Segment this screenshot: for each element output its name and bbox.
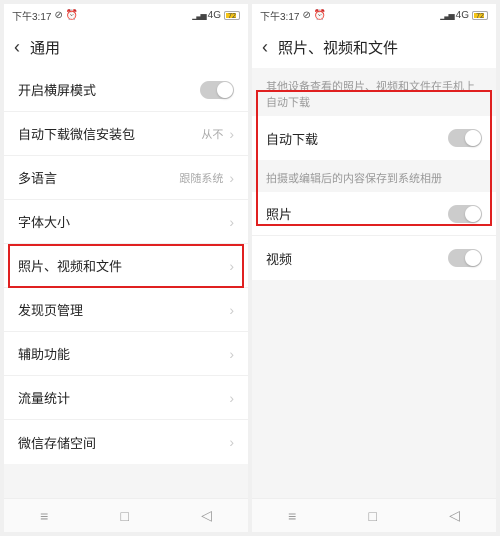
chevron-right-icon: › — [229, 346, 234, 362]
phone-left: 下午3:17 ⊘ ⏰ 4G 72 ‹ 通用 开启横屏模式 自动下载微信安装包 — [4, 4, 248, 532]
row-photos-videos-files[interactable]: 照片、视频和文件 › — [4, 244, 248, 288]
battery-icon: 72 — [472, 11, 488, 20]
row-accessibility[interactable]: 辅助功能 › — [4, 332, 248, 376]
section-description: 其他设备查看的照片、视频和文件在手机上自动下载 — [252, 68, 496, 116]
page-title: 照片、视频和文件 — [278, 37, 398, 58]
network-type: 4G — [456, 10, 469, 21]
nav-back-icon[interactable]: ◁ — [201, 507, 212, 524]
settings-list: 开启横屏模式 自动下载微信安装包 从不› 多语言 跟随系统› 字体大小 › 照片… — [4, 68, 248, 464]
statusbar: 下午3:17 ⊘ ⏰ 4G 72 — [4, 4, 248, 26]
signal-icon — [192, 10, 204, 21]
do-not-disturb-icon: ⊘ — [302, 10, 310, 21]
alarm-icon: ⏰ — [66, 10, 78, 21]
system-navbar: ≡ □ ◁ — [252, 498, 496, 532]
statusbar: 下午3:17 ⊘ ⏰ 4G 72 — [252, 4, 496, 26]
nav-back-icon[interactable]: ◁ — [449, 507, 460, 524]
row-landscape-mode[interactable]: 开启横屏模式 — [4, 68, 248, 112]
phone-right: 下午3:17 ⊘ ⏰ 4G 72 ‹ 照片、视频和文件 其他设备查看的照片、视频… — [252, 4, 496, 532]
nav-recents-icon[interactable]: ≡ — [288, 508, 296, 524]
page-title: 通用 — [30, 37, 60, 58]
do-not-disturb-icon: ⊘ — [54, 10, 62, 21]
row-font-size[interactable]: 字体大小 › — [4, 200, 248, 244]
row-language[interactable]: 多语言 跟随系统› — [4, 156, 248, 200]
back-icon[interactable]: ‹ — [262, 37, 268, 58]
toggle-auto-download[interactable] — [448, 129, 482, 147]
chevron-right-icon: › — [229, 258, 234, 274]
toggle-photos[interactable] — [448, 205, 482, 223]
row-photos[interactable]: 照片 — [252, 192, 496, 236]
header: ‹ 照片、视频和文件 — [252, 26, 496, 68]
row-traffic-stats[interactable]: 流量统计 › — [4, 376, 248, 420]
row-discover-page[interactable]: 发现页管理 › — [4, 288, 248, 332]
chevron-right-icon: › — [229, 434, 234, 450]
network-type: 4G — [208, 10, 221, 21]
header: ‹ 通用 — [4, 26, 248, 68]
chevron-right-icon: › — [229, 170, 234, 186]
nav-recents-icon[interactable]: ≡ — [40, 508, 48, 524]
section-description: 拍摄或编辑后的内容保存到系统相册 — [252, 160, 496, 192]
row-auto-download[interactable]: 自动下载 — [252, 116, 496, 160]
system-navbar: ≡ □ ◁ — [4, 498, 248, 532]
chevron-right-icon: › — [229, 302, 234, 318]
nav-home-icon[interactable]: □ — [368, 508, 376, 524]
save-to-album-list: 照片 视频 — [252, 192, 496, 280]
chevron-right-icon: › — [229, 214, 234, 230]
toggle-videos[interactable] — [448, 249, 482, 267]
row-videos[interactable]: 视频 — [252, 236, 496, 280]
back-icon[interactable]: ‹ — [14, 37, 20, 58]
alarm-icon: ⏰ — [314, 10, 326, 21]
chevron-right-icon: › — [229, 390, 234, 406]
row-auto-download-installer[interactable]: 自动下载微信安装包 从不› — [4, 112, 248, 156]
status-time: 下午3:17 — [12, 8, 51, 23]
battery-icon: 72 — [224, 11, 240, 20]
status-time: 下午3:17 — [260, 8, 299, 23]
row-storage[interactable]: 微信存储空间 › — [4, 420, 248, 464]
toggle-landscape[interactable] — [200, 81, 234, 99]
auto-download-list: 自动下载 — [252, 116, 496, 160]
nav-home-icon[interactable]: □ — [120, 508, 128, 524]
signal-icon — [440, 10, 452, 21]
chevron-right-icon: › — [229, 126, 234, 142]
